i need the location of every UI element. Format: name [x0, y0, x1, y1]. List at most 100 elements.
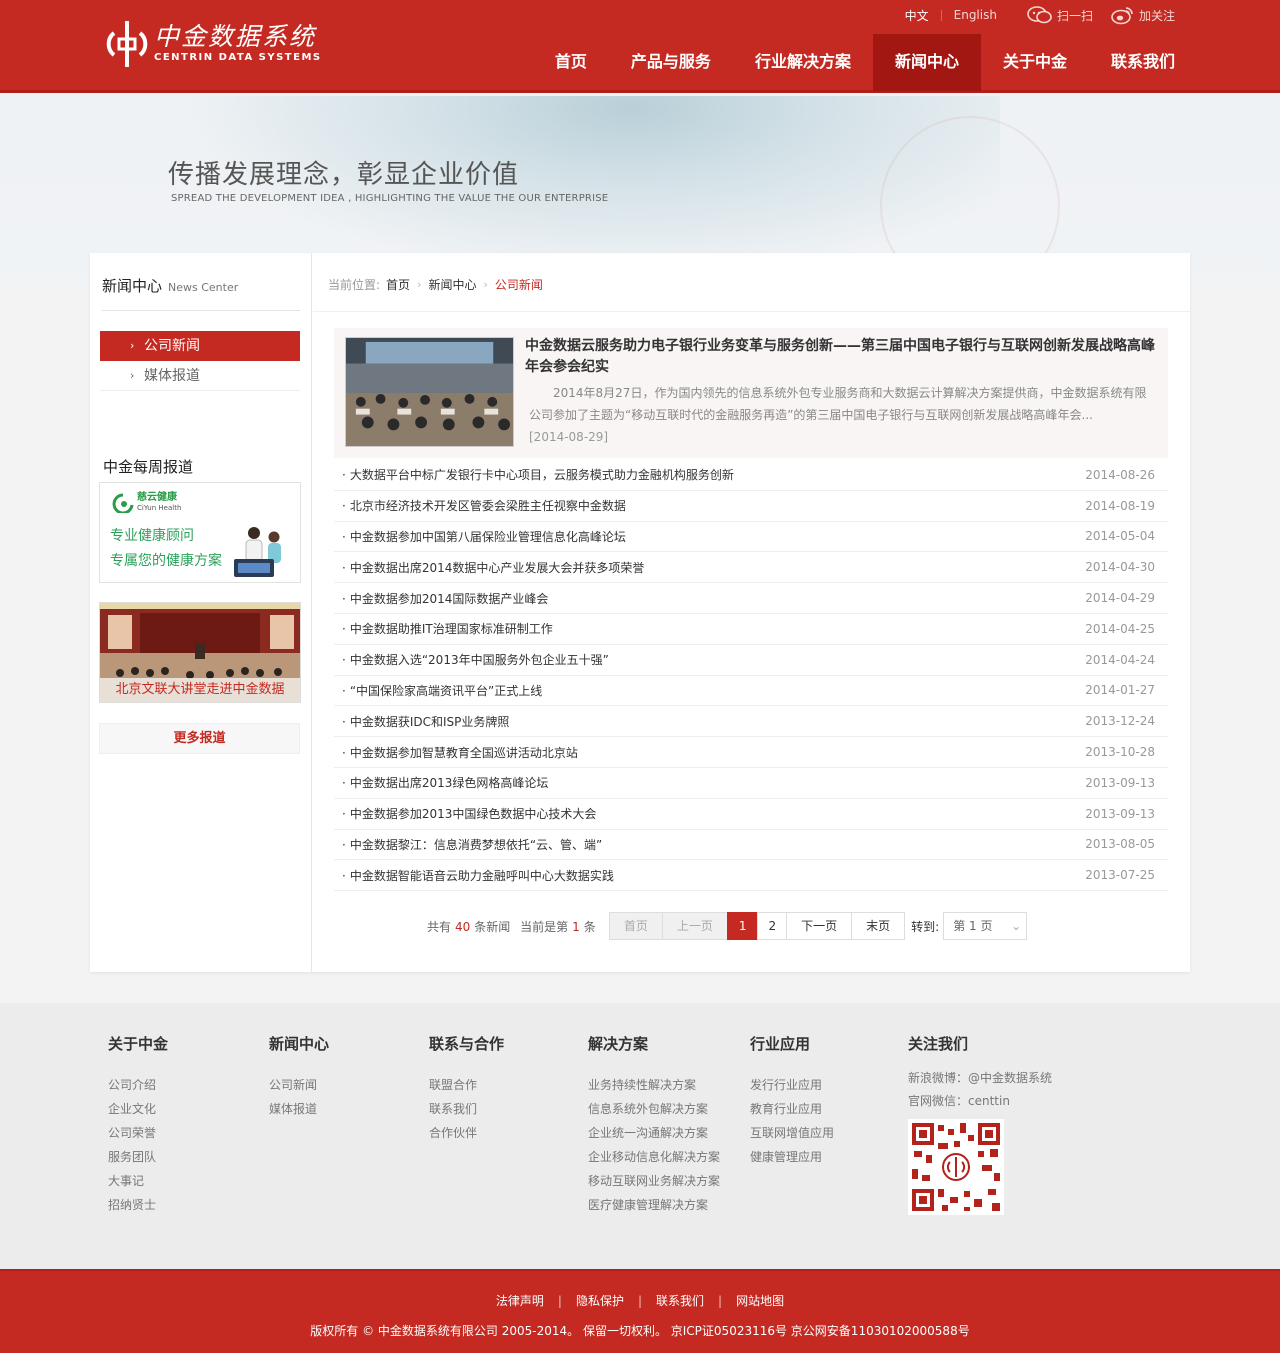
news-row[interactable]: 中金数据入选“2013年中国服务外包企业五十强” 2014-04-24	[334, 645, 1168, 676]
footer-link[interactable]: 公司荣誉	[108, 1121, 168, 1145]
people-image	[234, 527, 281, 577]
footer-link[interactable]: 信息系统外包解决方案	[588, 1097, 720, 1121]
footer-link[interactable]: 医疗健康管理解决方案	[588, 1193, 720, 1217]
weibo-icon	[1111, 7, 1133, 25]
prev-page-button[interactable]: 上一页	[661, 912, 728, 940]
footer-link[interactable]: 媒体报道	[269, 1097, 329, 1121]
featured-news[interactable]: 中金数据云服务助力电子银行业务变革与服务创新——第三届中国电子银行与互联网创新发…	[334, 328, 1168, 458]
logo[interactable]: 中金数据系统 CENTRIN DATA SYSTEMS	[106, 18, 322, 70]
footer-link[interactable]: 公司新闻	[269, 1073, 329, 1097]
news-title-link[interactable]: 中金数据助推IT治理国家标准研制工作	[342, 620, 553, 637]
footer-link[interactable]: 移动互联网业务解决方案	[588, 1169, 720, 1193]
news-row[interactable]: 中金数据参加智慧教育全国巡讲活动北京站 2013-10-28	[334, 737, 1168, 768]
legal-link[interactable]: 法律声明	[482, 1292, 558, 1309]
footer-link[interactable]: 发行行业应用	[750, 1073, 834, 1097]
more-reports-button[interactable]: 更多报道	[99, 723, 300, 754]
news-title-link[interactable]: 大数据平台中标广发银行卡中心项目，云服务模式助力金融机构服务创新	[342, 466, 734, 483]
news-title-link[interactable]: 中金数据参加2013中国绿色数据中心技术大会	[342, 805, 597, 822]
nav-about[interactable]: 关于中金	[981, 34, 1089, 91]
news-row[interactable]: 中金数据获IDC和ISP业务牌照 2013-12-24	[334, 706, 1168, 738]
footer-link[interactable]: 企业移动信息化解决方案	[588, 1145, 720, 1169]
footer-link[interactable]: 健康管理应用	[750, 1145, 834, 1169]
lang-cn-link[interactable]: 中文	[893, 7, 941, 24]
weibo-account[interactable]: 新浪微博：@中金数据系统	[908, 1067, 1052, 1090]
news-title-link[interactable]: 中金数据出席2014数据中心产业发展大会并获多项荣誉	[342, 559, 645, 576]
sidebar-item-company-news[interactable]: › 公司新闻	[100, 331, 300, 361]
footer-link[interactable]: 公司介绍	[108, 1073, 168, 1097]
footer-link[interactable]: 业务持续性解决方案	[588, 1073, 720, 1097]
footer-link[interactable]: 联盟合作	[429, 1073, 504, 1097]
nav-home[interactable]: 首页	[533, 34, 609, 91]
news-title-link[interactable]: 北京市经济技术开发区管委会梁胜主任视察中金数据	[342, 497, 626, 514]
nav-news[interactable]: 新闻中心	[872, 34, 981, 91]
news-title-link[interactable]: “中国保险家高端资讯平台”正式上线	[342, 682, 542, 699]
news-title-link[interactable]: 中金数据入选“2013年中国服务外包企业五十强”	[342, 651, 609, 668]
nav-products[interactable]: 产品与服务	[609, 34, 733, 91]
next-page-button[interactable]: 下一页	[786, 912, 853, 940]
footer-link[interactable]: 合作伙伴	[429, 1121, 504, 1145]
news-row[interactable]: 中金数据参加中国第八届保险业管理信息化高峰论坛 2014-05-04	[334, 522, 1168, 553]
wechat-label: 扫一扫	[1056, 8, 1093, 23]
wechat-account: 官网微信：centtin	[908, 1094, 1010, 1108]
news-date: 2013-07-25	[1085, 868, 1155, 883]
news-row[interactable]: 北京市经济技术开发区管委会梁胜主任视察中金数据 2014-08-19	[334, 491, 1168, 522]
sitemap-link[interactable]: 网站地图	[722, 1292, 798, 1309]
footer-link[interactable]: 企业统一沟通解决方案	[588, 1121, 720, 1145]
featured-news-title[interactable]: 中金数据云服务助力电子银行业务变革与服务创新——第三届中国电子银行与互联网创新发…	[525, 336, 1155, 378]
wechat-icon	[1027, 6, 1052, 24]
footer-link[interactable]: 招纳贤士	[108, 1193, 168, 1217]
news-row[interactable]: 中金数据出席2014数据中心产业发展大会并获多项荣誉 2014-04-30	[334, 552, 1168, 584]
news-row[interactable]: 中金数据助推IT治理国家标准研制工作 2014-04-25	[334, 614, 1168, 645]
sidebar-item-media-reports[interactable]: › 媒体报道	[100, 361, 300, 391]
lecture-news-ad[interactable]: 北京文联大讲堂走进中金数据	[99, 602, 301, 703]
footer-link[interactable]: 联系我们	[429, 1097, 504, 1121]
wechat-link[interactable]: 扫一扫	[1027, 5, 1093, 25]
first-page-button[interactable]: 首页	[608, 912, 663, 940]
privacy-link[interactable]: 隐私保护	[562, 1292, 638, 1309]
footer-col-title: 关于中金	[108, 1035, 169, 1053]
footer-link[interactable]: 服务团队	[108, 1145, 168, 1169]
contact-link[interactable]: 联系我们	[642, 1292, 718, 1309]
news-row[interactable]: “中国保险家高端资讯平台”正式上线 2014-01-27	[334, 676, 1168, 707]
news-date: 2013-09-13	[1085, 775, 1155, 790]
footer-link[interactable]: 大事记	[108, 1169, 168, 1193]
breadcrumb-home[interactable]: 首页	[386, 276, 410, 293]
breadcrumb-current: 公司新闻	[494, 277, 543, 292]
sidebar-title: 新闻中心 News Center	[102, 275, 300, 311]
news-row[interactable]: 中金数据参加2013中国绿色数据中心技术大会 2013-09-13	[334, 799, 1168, 830]
news-date: 2014-01-27	[1085, 683, 1155, 698]
sidebar-title-cn: 新闻中心	[102, 277, 163, 295]
footer-link[interactable]: 企业文化	[108, 1097, 168, 1121]
news-row[interactable]: 中金数据参加2014国际数据产业峰会 2014-04-29	[334, 583, 1168, 614]
page-jump-select[interactable]: 第 1 页 ⌄	[943, 912, 1028, 940]
news-title-link[interactable]: 中金数据参加2014国际数据产业峰会	[342, 590, 549, 607]
logo-text-cn: 中金数据系统	[154, 22, 317, 51]
news-title-link[interactable]: 中金数据黎江：信息消费梦想依托“云、管、端”	[342, 836, 602, 853]
last-page-button[interactable]: 末页	[851, 912, 906, 940]
ciyun-health-ad[interactable]: 慈云健康 CiYun Health 专业健康顾问 专属您的健康方案	[99, 482, 301, 583]
pagination-text: 条新闻	[474, 919, 511, 934]
featured-news-date: [2014-08-29]	[529, 430, 609, 444]
news-row[interactable]: 大数据平台中标广发银行卡中心项目，云服务模式助力金融机构服务创新 2014-08-…	[334, 460, 1168, 491]
news-title-link[interactable]: 中金数据参加智慧教育全国巡讲活动北京站	[342, 744, 578, 761]
news-date: 2014-05-04	[1085, 529, 1155, 544]
page-1-button[interactable]: 1	[726, 912, 759, 940]
breadcrumb-news-center[interactable]: 新闻中心	[428, 276, 476, 293]
page-2-button[interactable]: 2	[757, 912, 788, 940]
news-title-link[interactable]: 中金数据智能语音云助力金融呼叫中心大数据实践	[342, 867, 614, 884]
lang-en-link[interactable]: English	[942, 8, 1009, 22]
sidebar-title-en: News Center	[168, 281, 239, 294]
news-title-link[interactable]: 中金数据出席2013绿色网格高峰论坛	[342, 774, 549, 791]
news-date: 2013-08-05	[1085, 837, 1155, 852]
weibo-link[interactable]: 加关注	[1111, 5, 1175, 25]
news-row[interactable]: 中金数据黎江：信息消费梦想依托“云、管、端” 2013-08-05	[334, 830, 1168, 861]
news-row[interactable]: 中金数据出席2013绿色网格高峰论坛 2013-09-13	[334, 768, 1168, 799]
nav-contact[interactable]: 联系我们	[1089, 34, 1197, 91]
news-title-link[interactable]: 中金数据参加中国第八届保险业管理信息化高峰论坛	[342, 528, 626, 545]
news-title-link[interactable]: 中金数据获IDC和ISP业务牌照	[342, 713, 510, 730]
footer-link[interactable]: 互联网增值应用	[750, 1121, 834, 1145]
news-date: 2014-04-30	[1085, 560, 1155, 575]
footer-link[interactable]: 教育行业应用	[750, 1097, 834, 1121]
news-row[interactable]: 中金数据智能语音云助力金融呼叫中心大数据实践 2013-07-25	[334, 860, 1168, 892]
nav-solutions[interactable]: 行业解决方案	[733, 34, 873, 91]
